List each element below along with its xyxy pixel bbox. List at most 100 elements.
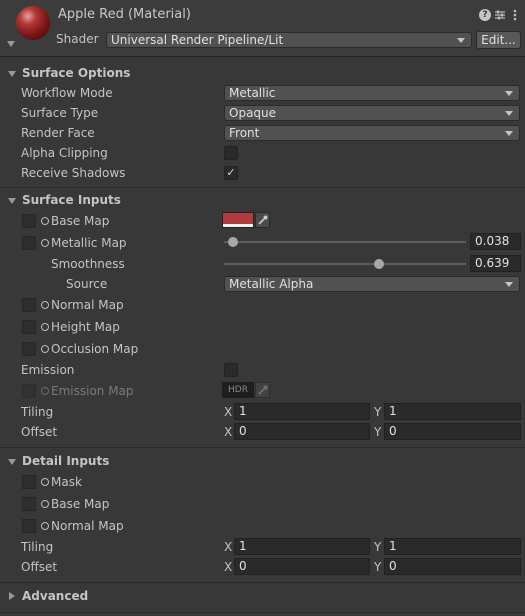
metallic-map-label: Metallic Map [51,236,127,250]
object-picker-icon[interactable] [41,217,49,225]
metallic-slider-track[interactable] [224,241,466,243]
bottom-divider [0,612,525,613]
material-title: Apple Red (Material) [58,7,191,22]
surface-type-dropdown[interactable]: Opaque [224,105,520,121]
section-divider [0,187,525,188]
detail-offset-label: Offset [21,560,58,574]
smoothness-label: Smoothness [51,257,125,271]
normal-map-texture-slot[interactable] [22,298,36,312]
section-divider [0,582,525,583]
receive-shadows-checkbox[interactable]: ✓ [224,166,238,180]
base-map-color-fill [223,213,253,224]
source-label: Source [66,277,108,291]
smoothness-source-value: Metallic Alpha [229,277,314,291]
workflow-mode-value: Metallic [229,86,276,100]
emission-map-label: Emission Map [51,384,134,398]
detail-tiling-y-field[interactable]: 1 [384,538,521,555]
surface-inputs-title[interactable]: Surface Inputs [22,193,121,207]
object-picker-icon[interactable] [41,301,49,309]
workflow-mode-dropdown[interactable]: Metallic [224,85,520,101]
shader-dropdown-value: Universal Render Pipeline/Lit [111,33,284,47]
shader-label: Shader [56,32,99,46]
metallic-map-texture-slot[interactable] [22,236,36,250]
offset-y-label: Y [374,425,382,439]
object-picker-icon[interactable] [41,522,49,530]
detail-offset-y-field[interactable]: 0 [384,558,521,575]
object-picker-icon[interactable] [41,345,49,353]
tiling-y-field[interactable]: 1 [384,403,521,420]
offset-x-field[interactable]: 0 [234,423,370,440]
emission-hdr-color-field: HDR [222,382,254,398]
object-picker-icon[interactable] [41,500,49,508]
help-icon[interactable]: ? [479,9,491,21]
detail-base-map-label: Base Map [51,497,110,511]
height-map-label: Height Map [51,320,120,334]
tiling-x-label: X [224,405,233,419]
detail-offset-x-label: X [224,560,233,574]
detail-base-map-texture-slot[interactable] [22,497,36,511]
chevron-down-icon [505,131,513,136]
checkmark-icon: ✓ [226,166,236,179]
presets-icon[interactable] [494,9,506,21]
surface-options-foldout-icon[interactable] [8,71,16,77]
detail-tiling-x-label: X [224,540,233,554]
surface-options-title[interactable]: Surface Options [22,66,130,80]
eyedropper-icon[interactable] [255,212,270,228]
emission-checkbox[interactable] [224,363,238,377]
shader-dropdown[interactable]: Universal Render Pipeline/Lit [106,32,472,48]
tiling-x-field[interactable]: 1 [234,403,370,420]
advanced-foldout-icon[interactable] [9,592,15,600]
offset-y-field[interactable]: 0 [384,423,521,440]
edit-shader-button[interactable]: Edit... [476,31,521,49]
eyedropper-icon [255,382,270,398]
chevron-down-icon [505,91,513,96]
height-map-texture-slot[interactable] [22,320,36,334]
alpha-bar [223,224,253,227]
smoothness-source-dropdown[interactable]: Metallic Alpha [224,276,520,292]
detail-offset-y-label: Y [374,560,382,574]
smoothness-slider-handle[interactable] [373,259,384,269]
offset-x-label: X [224,425,233,439]
alpha-clipping-checkbox[interactable] [224,146,238,160]
alpha-clipping-label: Alpha Clipping [21,146,108,160]
detail-tiling-x-field[interactable]: 1 [234,538,370,555]
metallic-value-field[interactable]: 0.038 [470,233,521,250]
render-face-label: Render Face [21,126,95,140]
detail-normal-map-texture-slot[interactable] [22,519,36,533]
chevron-down-icon [505,282,513,287]
detail-normal-map-label: Normal Map [51,519,124,533]
header-foldout-arrow-icon[interactable] [7,41,15,47]
smoothness-value-field[interactable]: 0.639 [470,255,521,272]
chevron-down-icon [457,38,465,43]
chevron-down-icon [505,111,513,116]
advanced-title[interactable]: Advanced [22,589,88,603]
object-picker-icon [41,387,49,395]
occlusion-map-texture-slot[interactable] [22,342,36,356]
detail-offset-x-field[interactable]: 0 [234,558,370,575]
emission-label: Emission [21,363,75,377]
occlusion-map-label: Occlusion Map [51,342,139,356]
detail-mask-texture-slot[interactable] [22,475,36,489]
base-map-label: Base Map [51,214,110,228]
tiling-y-label: Y [374,405,382,419]
workflow-mode-label: Workflow Mode [21,86,113,100]
base-map-texture-slot[interactable] [22,214,36,228]
detail-tiling-y-label: Y [374,540,382,554]
base-map-color-swatch[interactable] [222,212,254,228]
emission-map-texture-slot [22,384,36,398]
object-picker-icon[interactable] [41,478,49,486]
detail-mask-label: Mask [51,475,82,489]
object-picker-icon[interactable] [41,239,49,247]
detail-inputs-title[interactable]: Detail Inputs [22,454,109,468]
receive-shadows-label: Receive Shadows [21,166,126,180]
object-picker-icon[interactable] [41,323,49,331]
material-preview-icon [16,6,50,40]
section-divider [0,447,525,448]
render-face-dropdown[interactable]: Front [224,125,520,141]
metallic-slider-handle[interactable] [228,237,239,247]
surface-inputs-foldout-icon[interactable] [8,198,16,204]
more-menu-icon[interactable] [509,9,521,21]
detail-inputs-foldout-icon[interactable] [8,459,16,465]
smoothness-slider-track[interactable] [224,263,466,265]
surface-type-label: Surface Type [21,106,99,120]
